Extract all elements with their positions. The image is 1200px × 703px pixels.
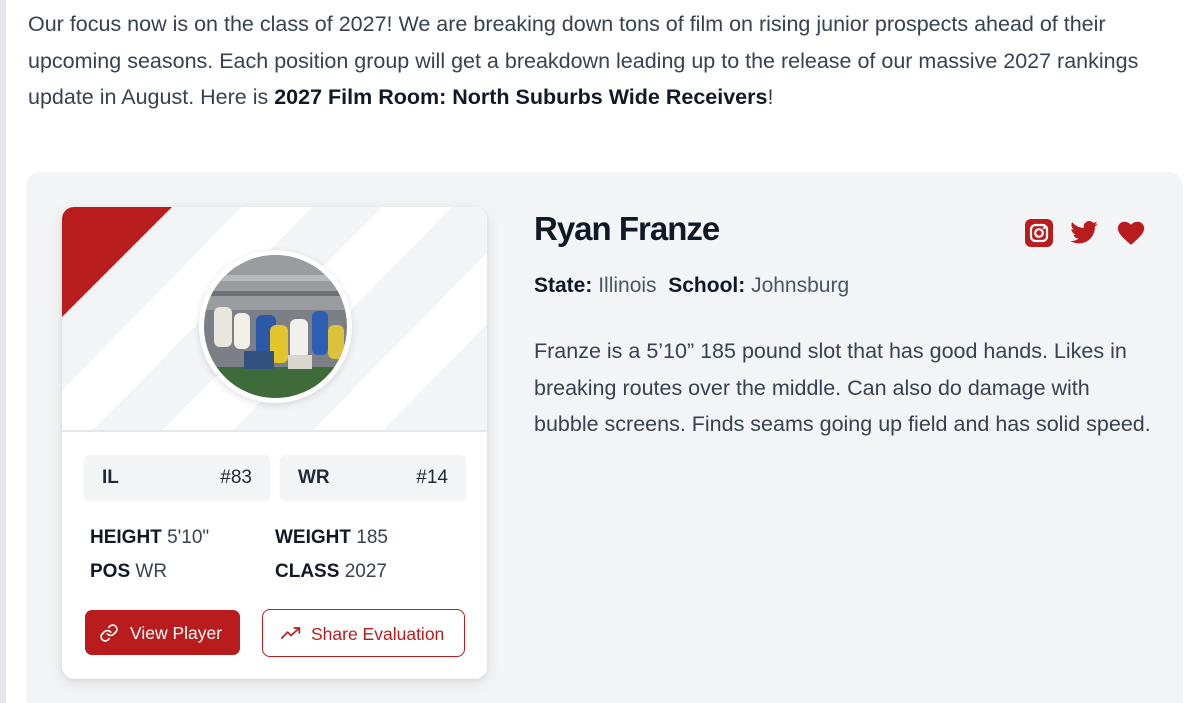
player-card: IL #83 WR #14 HEIGHT 5'10" WEIGHT 185 PO… <box>62 207 487 679</box>
state-value: Illinois <box>598 274 657 297</box>
view-player-label: View Player <box>130 623 223 643</box>
position-rank-value: #14 <box>416 467 448 488</box>
weight-label: WEIGHT <box>275 527 351 548</box>
player-photo-image <box>204 255 347 398</box>
intro-text-end: ! <box>767 85 774 109</box>
trending-up-icon <box>281 627 301 639</box>
left-border <box>0 0 6 703</box>
instagram-icon[interactable] <box>1024 218 1054 248</box>
player-bio: Franze is a 5’10” 185 pound slot that ha… <box>534 339 1151 436</box>
weight-stat: WEIGHT 185 <box>275 527 388 549</box>
view-player-button[interactable]: View Player <box>85 610 240 655</box>
height-label: HEIGHT <box>90 527 162 548</box>
state-label: State: <box>534 274 593 297</box>
class-value: 2027 <box>344 561 387 582</box>
school-label: School: <box>668 274 746 297</box>
link-icon <box>100 624 118 642</box>
school-value: Johnsburg <box>751 274 850 297</box>
card-header <box>62 207 487 431</box>
share-evaluation-button[interactable]: Share Evaluation <box>262 609 465 657</box>
player-photo <box>199 250 352 403</box>
weight-value: 185 <box>356 527 388 548</box>
state-rank-chip: IL #83 <box>84 455 270 500</box>
card-divider <box>62 430 487 432</box>
state-rank-label: IL <box>102 467 119 488</box>
position-value: WR <box>135 561 168 582</box>
twitter-icon[interactable] <box>1069 218 1099 248</box>
position-stat: POS WR <box>90 561 167 583</box>
intro-paragraph: Our focus now is on the class of 2027! W… <box>28 6 1178 116</box>
height-value: 5'10" <box>167 527 210 548</box>
share-evaluation-label: Share Evaluation <box>311 624 445 644</box>
class-stat: CLASS 2027 <box>275 561 387 583</box>
position-rank-chip: WR #14 <box>280 455 466 500</box>
position-label: POS <box>90 561 131 582</box>
player-location: State: Illinois School: Johnsburg <box>534 274 849 298</box>
player-name: Ryan Franze <box>534 210 720 247</box>
article-title: 2027 Film Room: North Suburbs Wide Recei… <box>274 85 768 109</box>
heart-icon[interactable] <box>1116 218 1146 248</box>
state-rank-value: #83 <box>220 467 252 488</box>
position-rank-label: WR <box>298 467 330 488</box>
class-label: CLASS <box>275 561 340 582</box>
height-stat: HEIGHT 5'10" <box>90 527 209 549</box>
